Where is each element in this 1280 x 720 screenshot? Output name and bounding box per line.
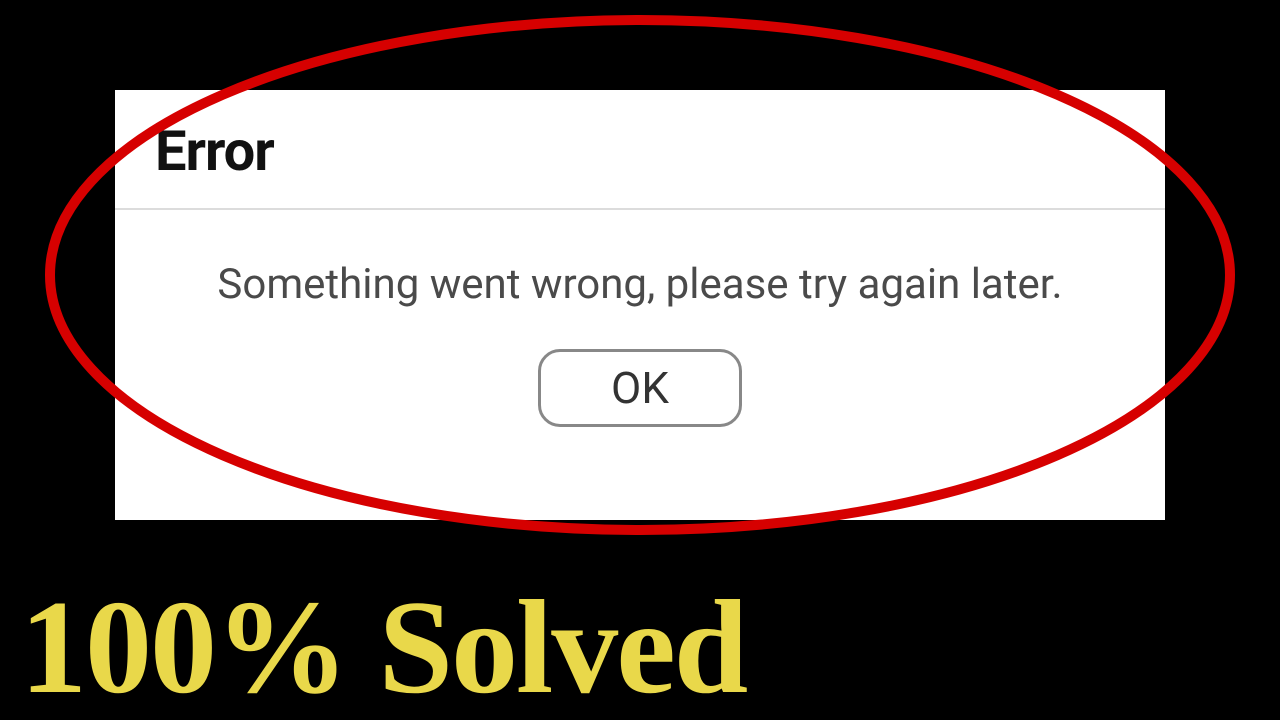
- dialog-actions: OK: [115, 339, 1165, 457]
- error-dialog: Error Something went wrong, please try a…: [115, 90, 1165, 520]
- dialog-message: Something went wrong, please try again l…: [155, 260, 1125, 309]
- thumbnail-caption: 100% Solved: [20, 580, 746, 714]
- dialog-title: Error: [155, 118, 1125, 184]
- dialog-header: Error: [115, 90, 1165, 210]
- ok-button[interactable]: OK: [538, 349, 742, 427]
- dialog-body: Something went wrong, please try again l…: [115, 210, 1165, 339]
